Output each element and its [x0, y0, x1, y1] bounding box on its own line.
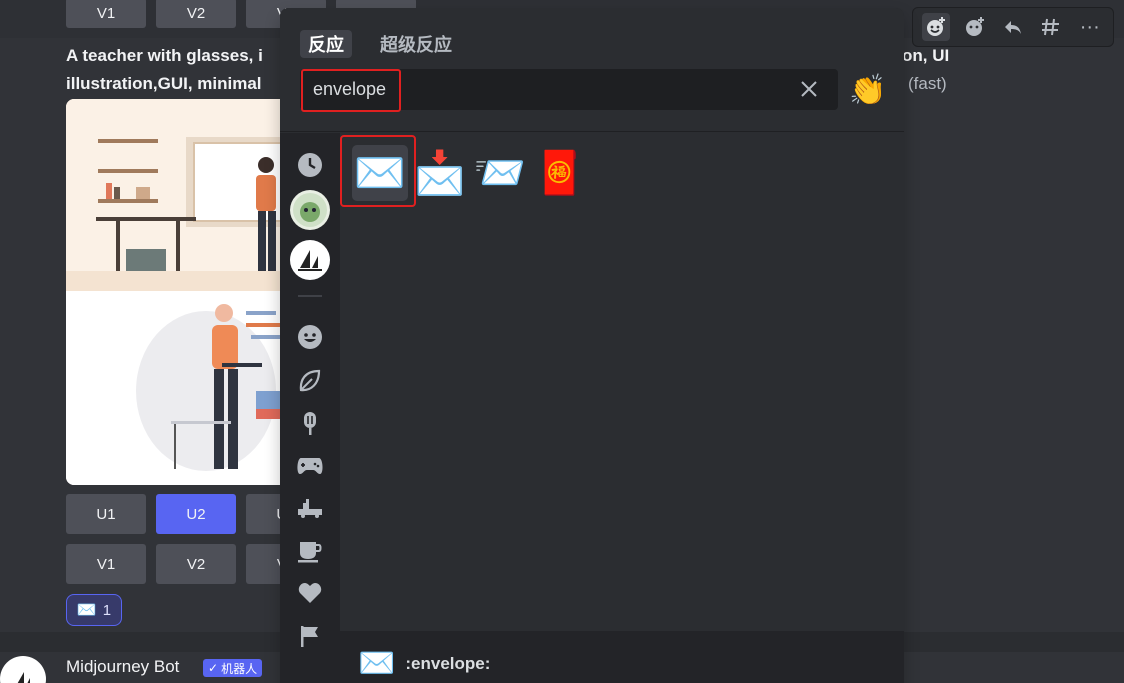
- emoji-preview-footer: ✉️ :envelope:: [340, 631, 904, 683]
- search-box: [300, 69, 838, 110]
- avatar[interactable]: [0, 656, 46, 683]
- nature-icon[interactable]: [290, 361, 330, 401]
- symbols-icon[interactable]: [290, 573, 330, 613]
- emoji-picker: 反应 超级反应 👏: [280, 8, 904, 683]
- activity-icon[interactable]: [290, 446, 330, 486]
- create-thread-icon[interactable]: [1037, 13, 1065, 41]
- add-reaction-icon[interactable]: [922, 13, 951, 41]
- envelope-with-arrow-icon[interactable]: 📩: [412, 145, 468, 201]
- tab-reactions[interactable]: 反应: [300, 30, 352, 58]
- flags-icon[interactable]: [290, 616, 330, 656]
- search-input[interactable]: [300, 69, 780, 110]
- generated-image[interactable]: [66, 99, 296, 485]
- food-icon[interactable]: [290, 403, 330, 443]
- skin-tone-selector[interactable]: 👏: [849, 72, 886, 108]
- reply-icon[interactable]: [999, 13, 1027, 41]
- picker-header: 反应 超级反应 👏: [280, 8, 904, 132]
- people-icon[interactable]: [290, 317, 330, 357]
- bot-badge: ✓ 机器人: [203, 659, 263, 677]
- variation-button-2-top[interactable]: V2: [156, 0, 236, 28]
- reaction-count: 1: [102, 601, 112, 619]
- more-icon[interactable]: ···: [1076, 13, 1104, 41]
- teacher-illustration-bottom: [66, 291, 296, 485]
- variation-button-2[interactable]: V2: [156, 544, 236, 584]
- close-icon[interactable]: [794, 74, 824, 104]
- server-icon[interactable]: [290, 240, 330, 280]
- envelope-icon: ✉️: [76, 602, 97, 619]
- red-envelope-icon[interactable]: 🧧: [532, 145, 588, 201]
- variation-button-1-top[interactable]: V1: [66, 0, 146, 28]
- bot-username[interactable]: Midjourney Bot: [66, 657, 179, 677]
- prompt-line-2: illustration,GUI, minimal: [66, 74, 262, 93]
- envelope-icon[interactable]: ✉️: [352, 145, 408, 201]
- bot-badge-label: 机器人: [221, 661, 258, 676]
- add-super-reaction-icon[interactable]: [961, 13, 989, 41]
- emoji-preview-name: :envelope:: [405, 654, 491, 673]
- variation-button-1[interactable]: V1: [66, 544, 146, 584]
- envelope-icon: ✉️: [358, 647, 396, 680]
- category-rail: [280, 133, 340, 683]
- message-actions-toolbar: ···: [912, 7, 1114, 47]
- tab-super-reactions[interactable]: 超级反应: [372, 30, 460, 58]
- incoming-envelope-icon[interactable]: 📨: [472, 145, 528, 201]
- prompt-line-1: A teacher with glasses, i: [66, 46, 263, 65]
- rail-divider: [298, 295, 322, 297]
- emoji-results-grid: ✉️ 📩 📨 🧧: [340, 133, 904, 631]
- server-icon[interactable]: [290, 190, 330, 230]
- travel-icon[interactable]: [290, 488, 330, 528]
- upscale-button-2[interactable]: U2: [156, 494, 236, 534]
- check-icon: ✓: [208, 661, 219, 675]
- teacher-illustration-top: [66, 99, 296, 291]
- prompt-mode-label: (fast): [908, 74, 947, 93]
- envelope-reaction[interactable]: ✉️ 1: [66, 594, 122, 626]
- objects-icon[interactable]: [290, 531, 330, 571]
- upscale-button-1[interactable]: U1: [66, 494, 146, 534]
- recent-icon[interactable]: [290, 145, 330, 185]
